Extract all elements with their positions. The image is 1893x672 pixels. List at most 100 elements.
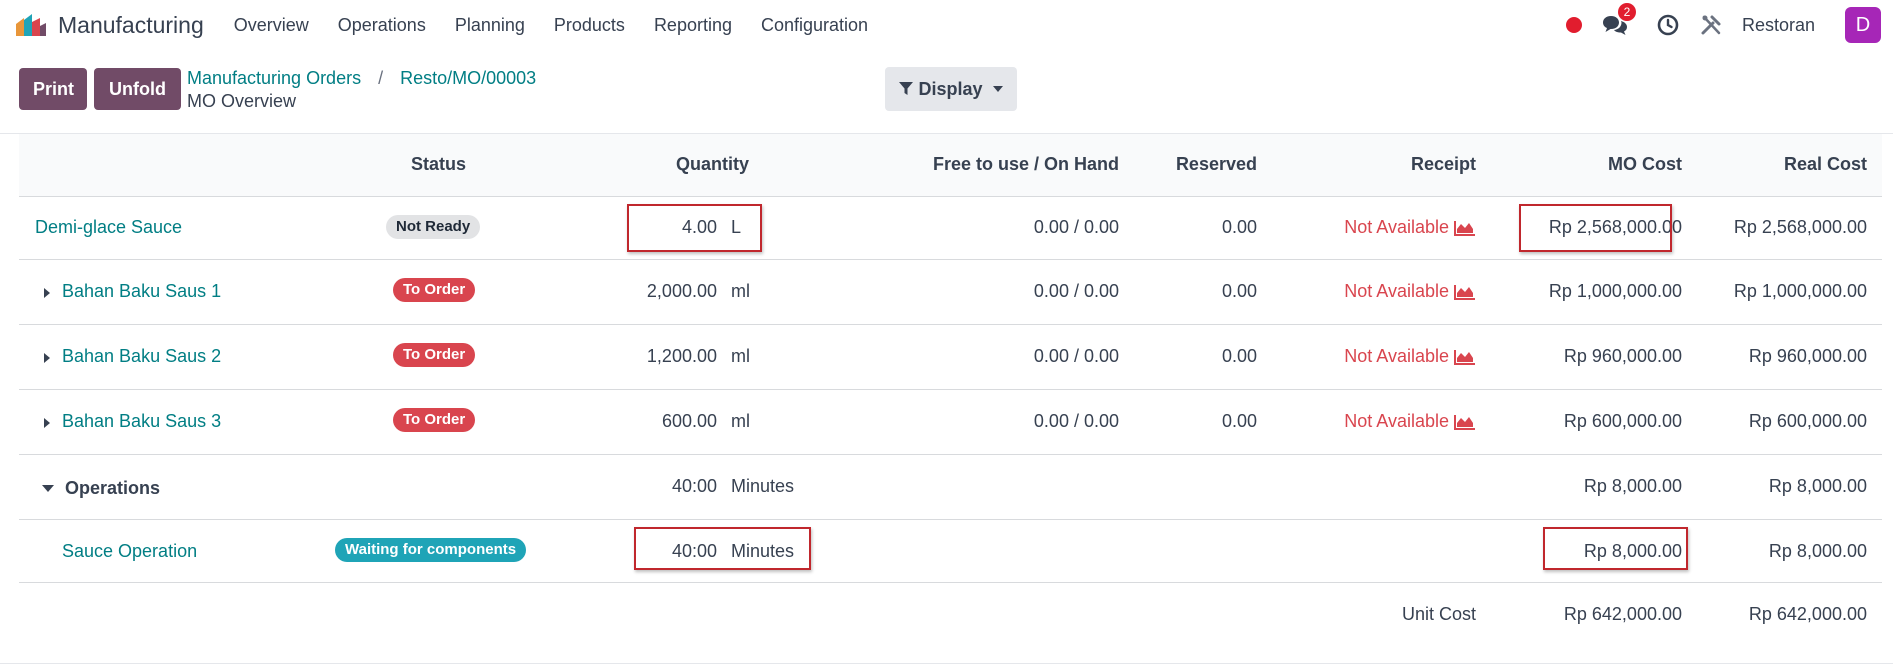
quantity-value: 600.00 bbox=[661, 411, 717, 431]
header-real-cost: Real Cost bbox=[1783, 154, 1867, 174]
uom-value: ml bbox=[731, 281, 750, 301]
manufacturing-app-icon bbox=[16, 14, 46, 36]
reserved-value: 0.00 bbox=[1221, 411, 1257, 431]
main-menu: Overview Operations Planning Products Re… bbox=[234, 15, 897, 36]
header-reserved: Reserved bbox=[1175, 154, 1257, 174]
real-cost-value: Rp 960,000.00 bbox=[1748, 346, 1867, 366]
control-panel: Print Unfold Manufacturing Orders / Rest… bbox=[0, 50, 1893, 134]
unit-mo-cost-value: Rp 642,000.00 bbox=[1563, 604, 1682, 624]
breadcrumb-manufacturing-orders[interactable]: Manufacturing Orders bbox=[187, 68, 361, 88]
highlight-box bbox=[1519, 204, 1672, 252]
highlight-box bbox=[634, 527, 811, 570]
table-row-operations-group: Operations 40:00 Minutes Rp 8,000.00 Rp … bbox=[19, 455, 1882, 520]
tools-icon[interactable] bbox=[1700, 14, 1722, 36]
top-navbar: Manufacturing Overview Operations Planni… bbox=[0, 0, 1893, 50]
header-quantity: Quantity bbox=[676, 154, 750, 174]
messages-count-badge: 2 bbox=[1617, 3, 1636, 21]
status-badge: To Order bbox=[393, 278, 476, 302]
quantity-value: 1,200.00 bbox=[646, 346, 717, 366]
free-on-hand-value: 0.00 / 0.00 bbox=[1033, 217, 1119, 237]
menu-products[interactable]: Products bbox=[554, 15, 625, 36]
header-free-on-hand: Free to use / On Hand bbox=[932, 154, 1119, 174]
mo-cost-value: Rp 8,000.00 bbox=[1583, 476, 1682, 496]
unit-real-cost-value: Rp 642,000.00 bbox=[1748, 604, 1867, 624]
uom-value: ml bbox=[731, 411, 750, 431]
real-cost-value: Rp 2,568,000.00 bbox=[1733, 217, 1867, 237]
collapse-caret-icon[interactable] bbox=[42, 485, 54, 492]
menu-configuration[interactable]: Configuration bbox=[761, 15, 868, 36]
highlight-box bbox=[1543, 527, 1688, 570]
filter-icon bbox=[899, 82, 914, 95]
mo-cost-value: Rp 1,000,000.00 bbox=[1548, 281, 1682, 301]
uom-value: ml bbox=[731, 346, 750, 366]
header-status: Status bbox=[411, 154, 467, 174]
expand-caret-icon[interactable] bbox=[44, 353, 50, 363]
quantity-value: 2,000.00 bbox=[646, 281, 717, 301]
mo-cost-value: Rp 600,000.00 bbox=[1563, 411, 1682, 431]
product-name[interactable]: Demi-glace Sauce bbox=[35, 217, 182, 238]
expand-caret-icon[interactable] bbox=[44, 418, 50, 428]
menu-operations[interactable]: Operations bbox=[338, 15, 426, 36]
free-on-hand-value: 0.00 / 0.00 bbox=[1033, 346, 1119, 366]
user-avatar[interactable]: D bbox=[1845, 7, 1881, 43]
header-receipt: Receipt bbox=[1410, 154, 1476, 174]
unfold-button[interactable]: Unfold bbox=[94, 68, 181, 110]
display-label: Display bbox=[918, 78, 983, 99]
status-badge: Not Ready bbox=[386, 215, 481, 239]
receipt-status[interactable]: Not Available bbox=[1344, 411, 1476, 432]
receipt-label: Not Available bbox=[1344, 217, 1449, 237]
clock-icon[interactable] bbox=[1656, 13, 1680, 37]
receipt-status[interactable]: Not Available bbox=[1344, 281, 1476, 302]
reserved-value: 0.00 bbox=[1221, 346, 1257, 366]
free-on-hand-value: 0.00 / 0.00 bbox=[1033, 411, 1119, 431]
mo-cost-value: Rp 960,000.00 bbox=[1563, 346, 1682, 366]
reserved-value: 0.00 bbox=[1221, 217, 1257, 237]
area-chart-icon bbox=[1454, 414, 1475, 430]
component-name[interactable]: Bahan Baku Saus 1 bbox=[62, 281, 221, 302]
print-button[interactable]: Print bbox=[19, 68, 87, 110]
table-header: Status Quantity Free to use / On Hand Re… bbox=[19, 134, 1882, 197]
receipt-status[interactable]: Not Available bbox=[1344, 217, 1476, 238]
navbar-systray: 2 Restoran D bbox=[1565, 0, 1881, 50]
status-badge: To Order bbox=[393, 408, 476, 432]
breadcrumb: Manufacturing Orders / Resto/MO/00003 bbox=[187, 68, 536, 89]
real-cost-value: Rp 8,000.00 bbox=[1768, 541, 1867, 561]
table-row-component: Bahan Baku Saus 1 To Order 2,000.00 ml 0… bbox=[19, 260, 1882, 325]
recording-icon[interactable] bbox=[1565, 17, 1582, 33]
area-chart-icon bbox=[1454, 284, 1475, 300]
breadcrumb-mo-reference[interactable]: Resto/MO/00003 bbox=[400, 68, 536, 88]
expand-caret-icon[interactable] bbox=[44, 288, 50, 298]
menu-overview[interactable]: Overview bbox=[234, 15, 309, 36]
display-dropdown-button[interactable]: Display bbox=[885, 67, 1017, 111]
receipt-status[interactable]: Not Available bbox=[1344, 346, 1476, 367]
receipt-label: Not Available bbox=[1344, 411, 1449, 431]
messages-button[interactable]: 2 bbox=[1602, 3, 1636, 37]
component-name[interactable]: Bahan Baku Saus 3 bbox=[62, 411, 221, 432]
menu-reporting[interactable]: Reporting bbox=[654, 15, 732, 36]
area-chart-icon bbox=[1454, 349, 1475, 365]
real-cost-value: Rp 1,000,000.00 bbox=[1733, 281, 1867, 301]
table-row-component: Bahan Baku Saus 3 To Order 600.00 ml 0.0… bbox=[19, 390, 1882, 455]
highlight-box bbox=[627, 204, 762, 252]
component-name[interactable]: Bahan Baku Saus 2 bbox=[62, 346, 221, 367]
real-cost-value: Rp 600,000.00 bbox=[1748, 411, 1867, 431]
breadcrumb-separator: / bbox=[378, 68, 384, 88]
divider bbox=[0, 663, 1893, 664]
unit-cost-label: Unit Cost bbox=[1401, 604, 1476, 624]
caret-down-icon bbox=[992, 86, 1003, 92]
duration-uom: Minutes bbox=[731, 476, 795, 496]
menu-planning[interactable]: Planning bbox=[455, 15, 525, 36]
app-brand[interactable]: Manufacturing bbox=[14, 12, 204, 39]
free-on-hand-value: 0.00 / 0.00 bbox=[1033, 281, 1119, 301]
operation-name[interactable]: Sauce Operation bbox=[62, 541, 197, 562]
company-switcher[interactable]: Restoran bbox=[1742, 15, 1815, 36]
status-badge: To Order bbox=[393, 343, 476, 367]
app-name: Manufacturing bbox=[58, 11, 204, 38]
duration-value: 40:00 bbox=[671, 476, 717, 496]
area-chart-icon bbox=[1454, 220, 1475, 236]
page-title: MO Overview bbox=[187, 91, 297, 111]
receipt-label: Not Available bbox=[1344, 281, 1449, 301]
reserved-value: 0.00 bbox=[1221, 281, 1257, 301]
table-row-component: Bahan Baku Saus 2 To Order 1,200.00 ml 0… bbox=[19, 325, 1882, 390]
operations-group-label[interactable]: Operations bbox=[65, 478, 160, 499]
